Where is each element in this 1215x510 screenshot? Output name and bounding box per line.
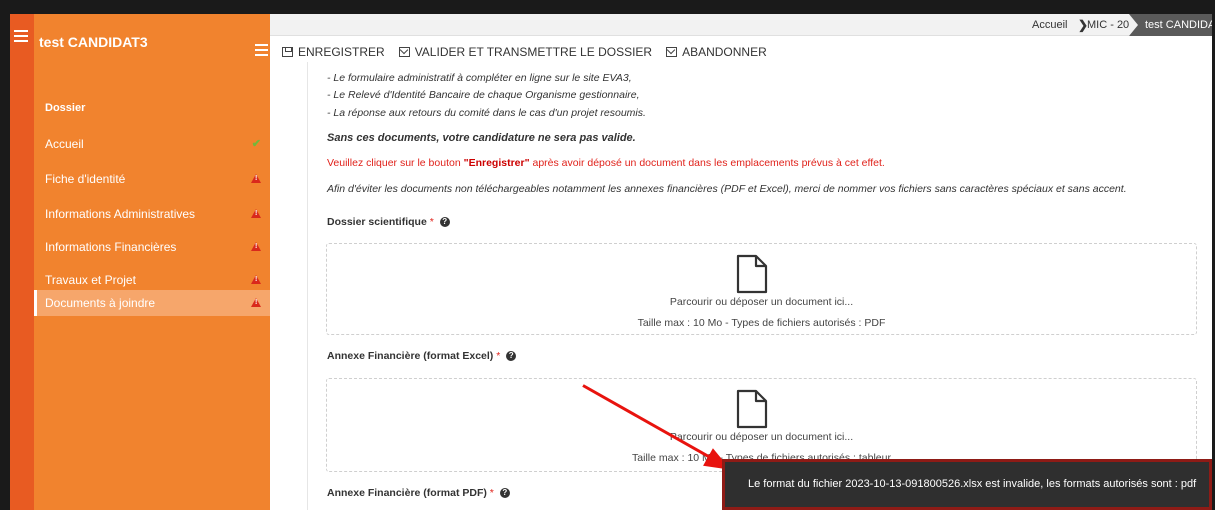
sidebar-toggle-icon[interactable] — [255, 44, 268, 56]
top-bar: Accueil ❯ MIC - 2024 test CANDIDAT3 — [270, 14, 1212, 36]
list-item: - Le Relevé d'Identité Bancaire de chaqu… — [327, 89, 640, 101]
abandon-button[interactable]: ABANDONNER — [666, 44, 767, 60]
save-notice-text: Veuillez cliquer sur le bouton — [327, 157, 464, 169]
warning-icon — [251, 201, 261, 228]
save-button[interactable]: ENREGISTRER — [282, 44, 385, 60]
sidebar-item-label: Accueil — [45, 137, 84, 151]
field-label-annexe-pdf: Annexe Financière (format PDF) * ? — [327, 487, 510, 499]
save-notice: Veuillez cliquer sur le bouton "Enregist… — [327, 157, 885, 169]
sidebar-item-label: Travaux et Projet — [45, 273, 136, 287]
validate-button-label: VALIDER ET TRANSMETTRE LE DOSSIER — [414, 45, 653, 59]
validate-submit-button[interactable]: VALIDER ET TRANSMETTRE LE DOSSIER — [398, 44, 653, 60]
check-icon: ✔ — [251, 138, 261, 150]
floppy-disk-icon — [282, 47, 293, 57]
save-notice-text: après avoir déposé un document dans les … — [529, 157, 885, 169]
breadcrumb-home[interactable]: Accueil — [1032, 19, 1067, 31]
field-label-text: Annexe Financière (format PDF) — [327, 487, 487, 499]
help-icon[interactable]: ? — [506, 351, 517, 362]
save-notice-button-name: "Enregistrer" — [463, 157, 530, 169]
main-content: - Le formulaire administratif à compléte… — [307, 62, 1212, 510]
validity-warning: Sans ces documents, votre candidature ne… — [327, 132, 636, 144]
dropzone-instructions: Parcourir ou déposer un document ici... — [669, 296, 854, 308]
breadcrumb-current: test CANDIDAT3 — [1129, 14, 1212, 36]
sidebar-item-label: Documents à joindre — [45, 296, 156, 310]
sidebar-item-label: Fiche d'identité — [45, 172, 126, 186]
field-label-text: Annexe Financière (format Excel) — [327, 350, 494, 362]
dropzone-instructions: Parcourir ou déposer un document ici... — [669, 431, 854, 443]
sidebar-item-fiche-identite[interactable]: Fiche d'identité — [34, 166, 270, 192]
dropzone-constraints: Taille max : 10 Mo - Types de fichiers a… — [637, 317, 886, 329]
checkbox-icon — [666, 47, 678, 57]
required-mark: * — [489, 487, 494, 499]
field-label-text: Dossier scientifique — [327, 216, 427, 228]
list-item: - La réponse aux retours du comité dans … — [327, 107, 646, 119]
help-icon[interactable]: ? — [439, 217, 450, 228]
sidebar-item-accueil[interactable]: Accueil ✔ — [34, 131, 270, 157]
window-frame-top — [0, 0, 1215, 14]
sidebar: test CANDIDAT3 Dossier Accueil ✔ Fiche d… — [34, 14, 270, 510]
action-toolbar: ENREGISTRER VALIDER ET TRANSMETTRE LE DO… — [282, 44, 767, 60]
field-label-annexe-excel: Annexe Financière (format Excel) * ? — [327, 350, 517, 362]
checkbox-icon — [398, 47, 410, 57]
naming-hint: Afin d'éviter les documents non téléchar… — [327, 183, 1127, 195]
sidebar-title: test CANDIDAT3 — [39, 34, 148, 50]
warning-icon — [251, 290, 261, 317]
required-mark: * — [496, 350, 501, 362]
list-item: - Le formulaire administratif à compléte… — [327, 72, 632, 84]
document-icon — [736, 254, 768, 294]
sidebar-item-informations-administratives[interactable]: Informations Administratives — [34, 201, 270, 227]
field-label-dossier-scientifique: Dossier scientifique * ? — [327, 216, 450, 228]
sidebar-section-title: Dossier — [45, 102, 86, 114]
sidebar-item-documents-a-joindre[interactable]: Documents à joindre — [34, 290, 270, 316]
dropzone-annexe-excel[interactable]: Parcourir ou déposer un document ici... … — [326, 378, 1197, 472]
required-mark: * — [429, 216, 434, 228]
help-icon[interactable]: ? — [499, 488, 510, 499]
sidebar-item-informations-financieres[interactable]: Informations Financières — [34, 234, 270, 260]
window-frame-left — [0, 0, 10, 510]
sidebar-item-label: Informations Financières — [45, 240, 177, 254]
warning-icon — [251, 234, 261, 261]
document-icon — [736, 389, 768, 429]
sidebar-item-label: Informations Administratives — [45, 207, 196, 221]
error-toast[interactable]: Le format du fichier 2023-10-13-09180052… — [722, 459, 1212, 510]
warning-icon — [251, 166, 261, 193]
abandon-button-label: ABANDONNER — [682, 45, 767, 59]
hamburger-menu-icon[interactable] — [14, 30, 28, 42]
sidebar-rail — [10, 14, 34, 510]
save-button-label: ENREGISTRER — [298, 45, 385, 59]
dropzone-dossier-scientifique[interactable]: Parcourir ou déposer un document ici... … — [326, 243, 1197, 335]
